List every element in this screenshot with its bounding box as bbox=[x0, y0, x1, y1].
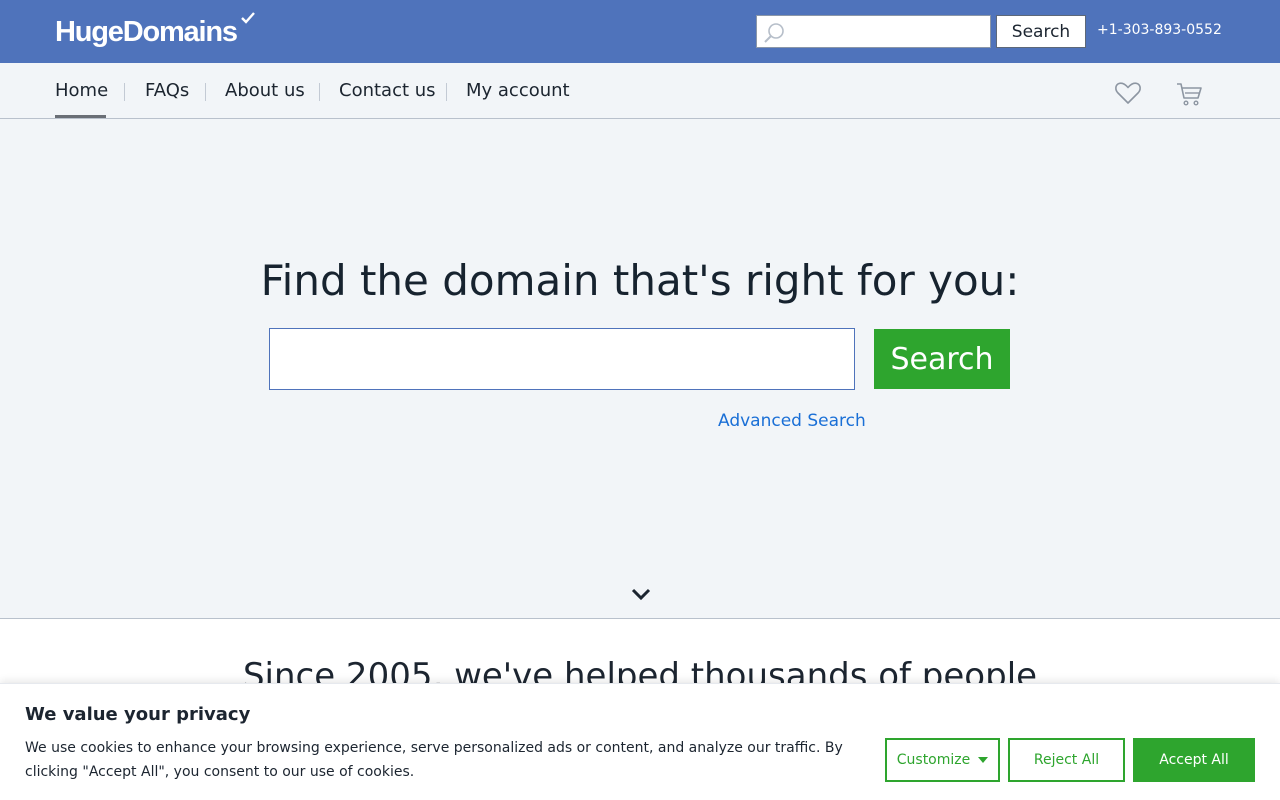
cart-icon[interactable] bbox=[1175, 79, 1203, 107]
logo-text: HugeDomains bbox=[55, 15, 238, 48]
cookie-banner: We value your privacy We use cookies to … bbox=[0, 683, 1280, 800]
nav-separator bbox=[205, 83, 206, 101]
customize-label: Customize bbox=[896, 752, 971, 768]
nav-item-about-us[interactable]: About us bbox=[225, 80, 305, 101]
advanced-search-link[interactable]: Advanced Search bbox=[718, 411, 866, 431]
active-tab-indicator bbox=[55, 115, 106, 118]
caret-down-icon bbox=[978, 757, 989, 763]
domain-search-input[interactable] bbox=[269, 328, 855, 390]
hero-title: Find the domain that's right for you: bbox=[260, 256, 1020, 305]
top-header: HugeDomains Search +1-303-893-0552 bbox=[0, 0, 1280, 63]
header-search-input[interactable] bbox=[789, 16, 989, 47]
nav-separator bbox=[319, 83, 320, 101]
accept-all-button[interactable]: Accept All bbox=[1133, 738, 1255, 782]
nav-item-home[interactable]: Home bbox=[55, 80, 108, 101]
reject-all-button[interactable]: Reject All bbox=[1008, 738, 1125, 782]
phone-number[interactable]: +1-303-893-0552 bbox=[1097, 22, 1222, 38]
nav-item-contact-us[interactable]: Contact us bbox=[339, 80, 436, 101]
nav-separator bbox=[124, 83, 125, 101]
chevron-down-icon[interactable] bbox=[630, 586, 652, 602]
main-nav: Home FAQs About us Contact us My account bbox=[0, 63, 1280, 119]
cookie-title: We value your privacy bbox=[25, 704, 251, 725]
logo[interactable]: HugeDomains bbox=[55, 12, 255, 50]
heart-icon[interactable] bbox=[1114, 79, 1142, 107]
logo-check-icon bbox=[241, 12, 255, 24]
search-icon bbox=[764, 23, 784, 43]
domain-search-button[interactable]: Search bbox=[874, 329, 1010, 389]
cookie-description: We use cookies to enhance your browsing … bbox=[25, 740, 843, 780]
header-search-box[interactable] bbox=[756, 15, 991, 48]
nav-separator bbox=[446, 83, 447, 101]
customize-button[interactable]: Customize bbox=[885, 738, 1000, 782]
nav-item-my-account[interactable]: My account bbox=[466, 80, 570, 101]
nav-item-faqs[interactable]: FAQs bbox=[145, 80, 189, 101]
header-search-button[interactable]: Search bbox=[996, 15, 1086, 48]
